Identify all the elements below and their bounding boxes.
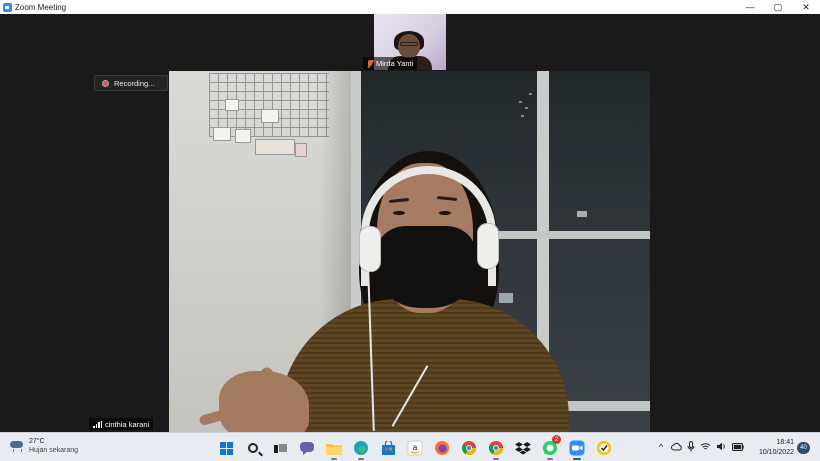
close-button[interactable]: ✕: [792, 0, 820, 14]
show-hidden-icons-chevron[interactable]: ^: [656, 442, 666, 452]
whatsapp-badge: 2: [552, 435, 561, 444]
recording-dot-icon: [102, 79, 109, 87]
taskbar-whatsapp[interactable]: 2: [539, 435, 561, 460]
edge-icon: [354, 441, 368, 455]
recording-indicator[interactable]: Recording...: [94, 75, 168, 91]
battery-icon[interactable]: [732, 442, 744, 451]
chat-icon: [300, 442, 314, 455]
search-icon: [248, 443, 258, 453]
taskbar: 27°C Hujan sekarang a 2 ^ 18:41 10/10/20…: [0, 432, 820, 461]
search-button[interactable]: [242, 437, 264, 459]
window-title: Zoom Meeting: [15, 2, 67, 12]
taskbar-teams-chat[interactable]: [296, 437, 318, 459]
taskbar-firefox[interactable]: [431, 437, 453, 459]
zoom-app-icon: [3, 2, 12, 12]
chrome-icon: [461, 441, 476, 455]
maximize-button[interactable]: ▢: [764, 0, 792, 14]
headphone-left: [359, 226, 381, 272]
store-icon: [381, 440, 395, 455]
wifi-icon[interactable]: [700, 442, 711, 451]
taskbar-file-explorer[interactable]: [323, 437, 345, 460]
clock-date: 10/10/2022: [758, 449, 794, 456]
taskbar-edge[interactable]: [350, 437, 372, 460]
microphone-icon[interactable]: [687, 441, 695, 452]
title-bar: Zoom Meeting — ▢ ✕: [0, 0, 820, 14]
firefox-icon: [435, 441, 449, 455]
amazon-icon: a: [407, 440, 423, 456]
headphone-right: [477, 223, 499, 269]
svg-text:a: a: [413, 443, 418, 452]
task-view-button[interactable]: [269, 437, 291, 459]
taskbar-chrome-1[interactable]: [458, 437, 480, 459]
clock[interactable]: 18:41 10/10/2022: [752, 438, 794, 458]
taskbar-amazon[interactable]: a: [404, 437, 426, 459]
norton-icon: [597, 441, 611, 455]
taskbar-apps: a 2: [215, 435, 615, 460]
notification-badge[interactable]: 40: [797, 442, 810, 454]
cloud-icon[interactable]: [671, 442, 682, 451]
active-speaker-video: [169, 71, 650, 432]
microphone-muted-icon: [367, 59, 373, 68]
taskbar-chrome-2[interactable]: [485, 437, 507, 460]
active-speaker-name: cinthia karani: [105, 419, 150, 429]
taskbar-zoom[interactable]: [566, 437, 588, 460]
system-tray: ^: [656, 441, 744, 452]
taskbar-dropbox[interactable]: [512, 437, 534, 459]
active-speaker-name-tag: cinthia karani: [89, 418, 154, 430]
meeting-stage: Mirda Yanti Recording...: [0, 14, 820, 432]
clock-time: 18:41: [776, 439, 794, 446]
windows-logo-icon: [219, 441, 233, 455]
taskbar-norton[interactable]: [593, 437, 615, 459]
thumbnail-name-tag: Mirda Yanti: [363, 57, 418, 70]
zoom-icon: [569, 440, 585, 456]
weather-description: Hujan sekarang: [29, 447, 79, 454]
weather-temperature: 27°C: [29, 438, 45, 445]
minimize-button[interactable]: —: [736, 0, 764, 14]
start-button[interactable]: [215, 437, 237, 459]
folder-icon: [326, 443, 342, 455]
chrome-icon: [488, 441, 503, 455]
rain-cloud-icon: [10, 440, 24, 452]
signal-strength-icon: [93, 420, 102, 428]
task-view-icon: [274, 443, 288, 453]
recording-label: Recording...: [114, 78, 155, 88]
weather-widget[interactable]: 27°C Hujan sekarang: [10, 437, 78, 455]
dropbox-icon: [515, 442, 531, 455]
taskbar-store[interactable]: [377, 437, 399, 459]
speaker-icon[interactable]: [716, 442, 727, 451]
thumbnail-participant-name: Mirda Yanti: [376, 59, 414, 68]
